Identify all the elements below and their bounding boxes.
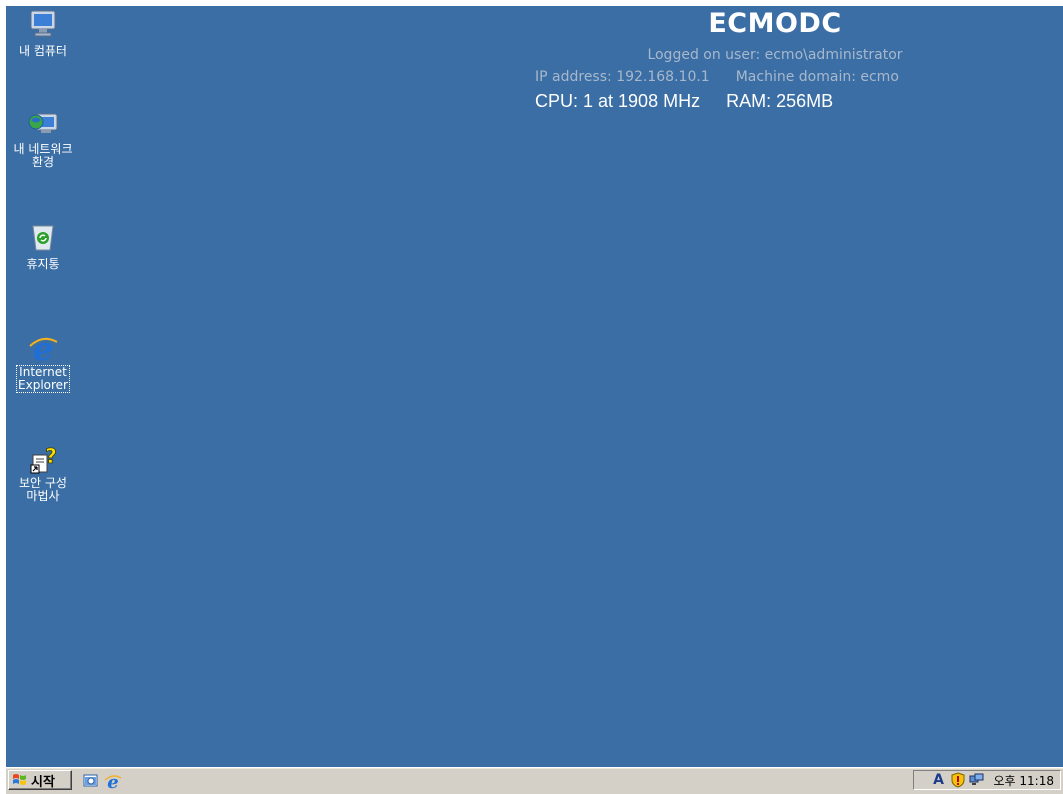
desktop-icon-network-places[interactable]: 내 네트워크 환경 [11, 109, 75, 170]
desktop-icon-my-computer[interactable]: 내 컴퓨터 [11, 8, 75, 59]
desktop-icon-label: 보안 구성 마법사 [19, 476, 67, 503]
desktop-icon-recycle-bin[interactable]: 휴지통 [11, 221, 75, 272]
recycle-bin-icon [27, 221, 59, 253]
computer-icon [27, 8, 59, 40]
ime-letter: A [933, 772, 944, 788]
ram-info: RAM: 256MB [726, 91, 834, 111]
desktop-icon-security-wizard[interactable]: ? 보안 구성 마법사 [11, 443, 75, 504]
desktop-icon-internet-explorer[interactable]: e Internet Explorer [11, 330, 75, 393]
network-info-line: IP address: 192.168.10.1 Machine domain: … [495, 69, 1055, 85]
network-connection-icon[interactable] [969, 772, 985, 788]
taskbar: 시작 e A 오후 11:18 [6, 767, 1063, 794]
security-wizard-icon: ? [27, 443, 59, 475]
ip-address: IP address: 192.168.10.1 [535, 69, 710, 85]
system-tray: A 오후 11:18 [913, 770, 1061, 790]
svg-text:?: ? [45, 444, 57, 468]
network-icon [27, 109, 59, 141]
cpu-info: CPU: 1 at 1908 MHz [535, 91, 701, 111]
windows-flag-icon [12, 773, 28, 787]
hardware-info-line: CPU: 1 at 1908 MHz RAM: 256MB [495, 91, 1055, 112]
ie-quicklaunch-icon[interactable]: e [104, 772, 122, 793]
machine-name: ECMODC [708, 8, 842, 39]
security-shield-icon[interactable] [950, 772, 966, 788]
desktop-icon-label: 내 네트워크 환경 [13, 142, 73, 169]
desktop[interactable]: 내 컴퓨터 내 네트워크 환경 휴지통 e Internet Explorer … [6, 6, 1063, 794]
ie-icon: e [27, 330, 59, 368]
bginfo-panel: ECMODC Logged on user: ecmo\administrato… [495, 8, 1055, 112]
desktop-icon-label: Internet Explorer [16, 365, 70, 393]
start-label: 시작 [31, 774, 55, 790]
desktop-icon-label: 휴지통 [26, 257, 60, 271]
start-button[interactable]: 시작 [8, 770, 72, 790]
desktop-icon-label: 내 컴퓨터 [19, 44, 67, 58]
machine-domain: Machine domain: ecmo [735, 69, 899, 85]
show-desktop-icon[interactable] [82, 772, 100, 790]
logged-on-user: Logged on user: ecmo\administrator [647, 47, 903, 63]
ime-icon[interactable]: A [931, 772, 947, 788]
clock[interactable]: 오후 11:18 [994, 772, 1054, 789]
svg-text:e: e [107, 772, 118, 790]
svg-text:e: e [33, 332, 53, 364]
